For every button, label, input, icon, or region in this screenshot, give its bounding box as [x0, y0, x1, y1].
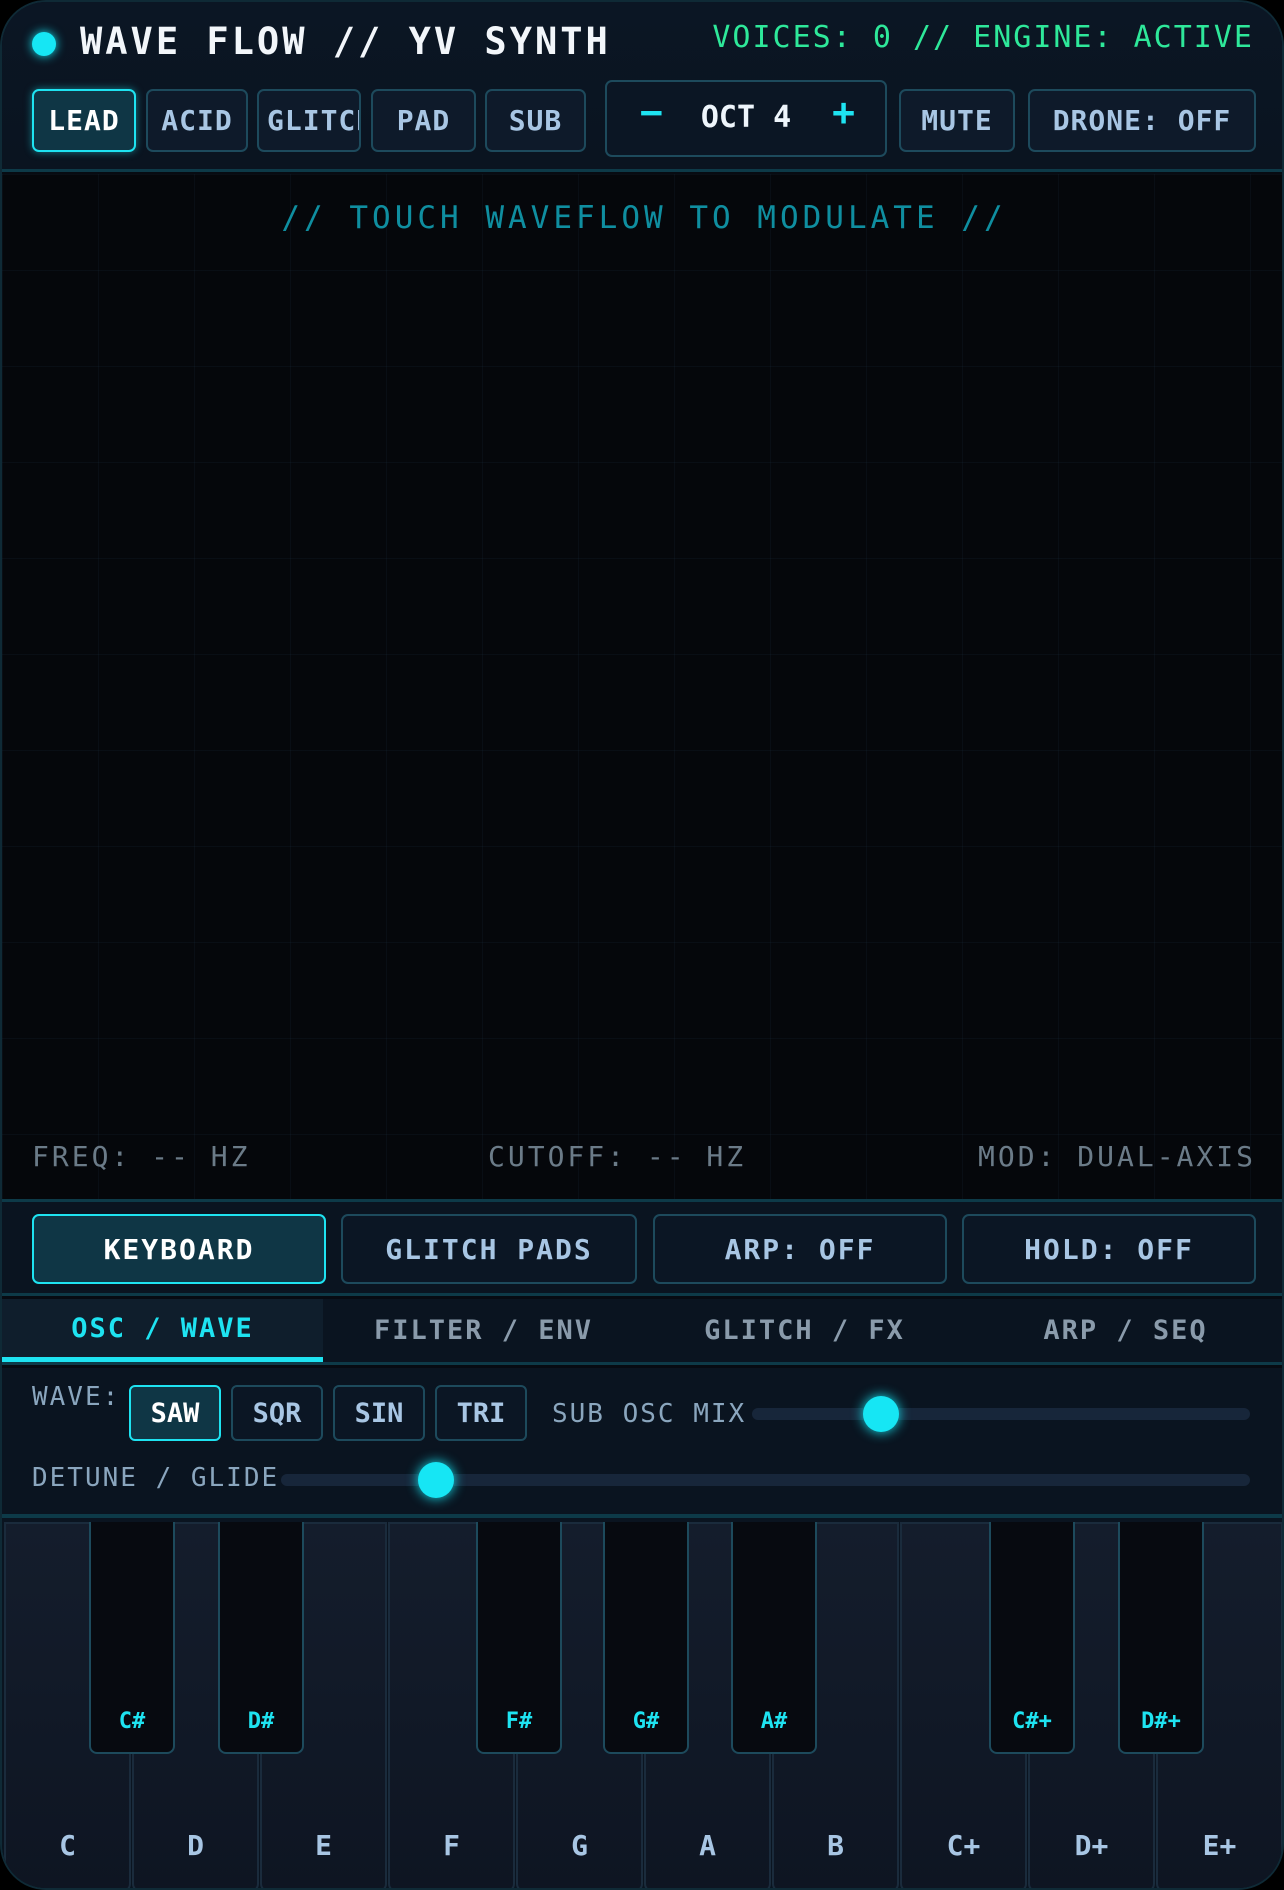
- waveflow-pad[interactable]: // TOUCH WAVEFLOW TO MODULATE // FREQ: -…: [2, 174, 1282, 1199]
- arp-toggle[interactable]: ARP: OFF: [653, 1214, 947, 1284]
- osc-controls: WAVE: SAW SQR SIN TRI SUB OSC MIX DETUNE…: [2, 1368, 1282, 1514]
- detune-slider-thumb[interactable]: [418, 1462, 455, 1498]
- key-d-sharp-plus[interactable]: D#+: [1118, 1522, 1204, 1754]
- octave-up-button[interactable]: +: [832, 90, 855, 134]
- wave-saw-button[interactable]: SAW: [129, 1385, 221, 1441]
- key-label: E: [315, 1829, 332, 1862]
- key-d-sharp[interactable]: D#: [218, 1522, 304, 1754]
- key-c-sharp-plus[interactable]: C#+: [989, 1522, 1075, 1754]
- key-label: D#: [247, 1709, 275, 1734]
- preset-acid-button[interactable]: ACID: [146, 89, 248, 152]
- engine-status-icon: [32, 32, 56, 56]
- mute-button[interactable]: MUTE: [899, 89, 1015, 152]
- sub-osc-slider[interactable]: [752, 1396, 1250, 1432]
- cutoff-readout: CUTOFF: -- HZ: [488, 1140, 747, 1173]
- key-c-sharp[interactable]: C#: [89, 1522, 175, 1754]
- key-label: G#: [632, 1709, 660, 1734]
- engine-status: VOICES: 0 // ENGINE: ACTIVE: [712, 20, 1254, 55]
- synth-app: WAVE FLOW // YV SYNTH VOICES: 0 // ENGIN…: [0, 0, 1284, 1890]
- sub-osc-slider-thumb[interactable]: [863, 1396, 900, 1432]
- tab-filter-env[interactable]: FILTER / ENV: [323, 1299, 644, 1362]
- wave-sin-button[interactable]: SIN: [333, 1385, 425, 1441]
- detune-label: DETUNE / GLIDE: [32, 1463, 280, 1493]
- detune-slider[interactable]: [281, 1462, 1250, 1498]
- hold-toggle[interactable]: HOLD: OFF: [962, 1214, 1256, 1284]
- key-g-sharp[interactable]: G#: [603, 1522, 689, 1754]
- preset-lead-button[interactable]: LEAD: [32, 89, 136, 152]
- key-f-sharp[interactable]: F#: [476, 1522, 562, 1754]
- mod-readout: MOD: DUAL-AXIS: [977, 1140, 1256, 1173]
- key-label: D+: [1074, 1829, 1109, 1862]
- preset-sub-button[interactable]: SUB: [485, 89, 586, 152]
- key-label: D: [187, 1829, 204, 1862]
- mode-row: KEYBOARD GLITCH PADS ARP: OFF HOLD: OFF: [2, 1202, 1282, 1296]
- glitch-pads-mode-button[interactable]: GLITCH PADS: [341, 1214, 637, 1284]
- header: WAVE FLOW // YV SYNTH VOICES: 0 // ENGIN…: [2, 2, 1282, 172]
- key-label: F: [443, 1829, 460, 1862]
- key-label: B: [827, 1829, 844, 1862]
- sub-osc-label: SUB OSC MIX: [552, 1399, 747, 1429]
- tab-arp-seq[interactable]: ARP / SEQ: [965, 1299, 1282, 1362]
- waveflow-hint: // TOUCH WAVEFLOW TO MODULATE //: [281, 200, 1007, 236]
- key-label: E+: [1202, 1829, 1237, 1862]
- key-label: D#+: [1141, 1709, 1181, 1734]
- key-label: C: [59, 1829, 76, 1862]
- keyboard-mode-button[interactable]: KEYBOARD: [32, 1214, 326, 1284]
- key-a-sharp[interactable]: A#: [731, 1522, 817, 1754]
- key-label: C#+: [1012, 1709, 1052, 1734]
- wave-sqr-button[interactable]: SQR: [231, 1385, 323, 1441]
- preset-glitch-button[interactable]: GLITCH: [257, 89, 361, 152]
- key-label: C+: [946, 1829, 981, 1862]
- octave-control: − OCT 4 +: [605, 80, 887, 157]
- key-label: A: [699, 1829, 716, 1862]
- key-label: F#: [505, 1709, 533, 1734]
- piano-keyboard: C D E F G A B C+ D+ E+ C# D# F# G# A# C#…: [2, 1514, 1282, 1888]
- key-label: G: [571, 1829, 588, 1862]
- freq-readout: FREQ: -- HZ: [32, 1140, 251, 1173]
- wave-label: WAVE:: [32, 1382, 121, 1412]
- key-label: A#: [760, 1709, 788, 1734]
- drone-toggle[interactable]: DRONE: OFF: [1028, 89, 1256, 152]
- tab-glitch-fx[interactable]: GLITCH / FX: [644, 1299, 965, 1362]
- tab-osc-wave[interactable]: OSC / WAVE: [2, 1299, 323, 1362]
- app-title: WAVE FLOW // YV SYNTH: [80, 20, 611, 63]
- key-label: C#: [118, 1709, 146, 1734]
- tab-bar: OSC / WAVE FILTER / ENV GLITCH / FX ARP …: [2, 1299, 1282, 1365]
- wave-tri-button[interactable]: TRI: [435, 1385, 527, 1441]
- preset-pad-button[interactable]: PAD: [371, 89, 476, 152]
